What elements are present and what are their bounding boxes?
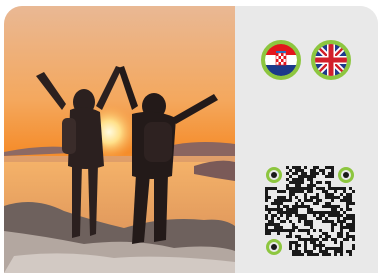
language-card bbox=[4, 6, 378, 273]
qr-finder-top-left bbox=[266, 167, 282, 183]
hikers-sunset-photo bbox=[4, 6, 235, 273]
croatia-flag-icon[interactable] bbox=[261, 40, 301, 80]
qr-finder-bottom-left bbox=[266, 239, 282, 255]
language-panel bbox=[235, 6, 378, 273]
qr-code-icon[interactable] bbox=[265, 166, 355, 256]
uk-flag-icon[interactable] bbox=[311, 40, 351, 80]
qr-finder-top-right bbox=[338, 167, 354, 183]
